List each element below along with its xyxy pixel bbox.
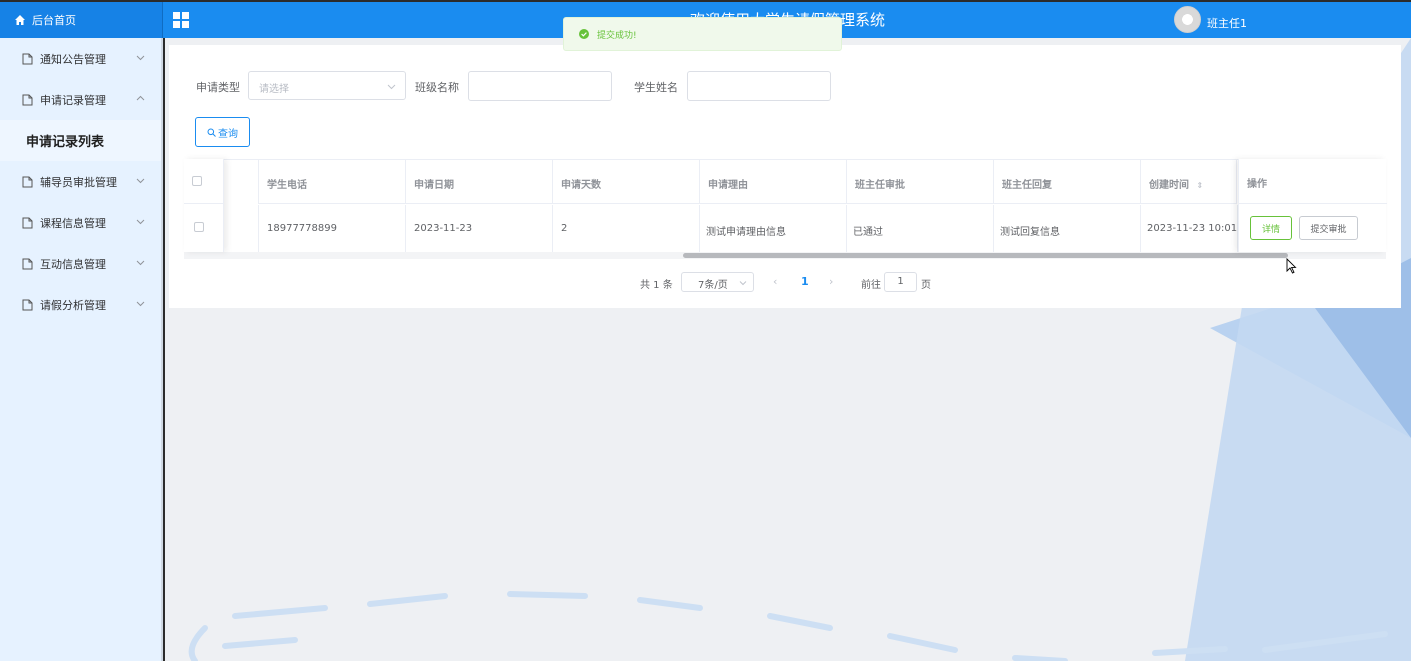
- chevron-up-icon: [136, 95, 145, 101]
- chevron-down-icon: [136, 260, 145, 266]
- student-name-input[interactable]: [687, 71, 831, 101]
- chevron-down-icon: [136, 301, 145, 307]
- column-header: 班主任回复: [994, 160, 1141, 204]
- page-number-current[interactable]: 1: [801, 275, 809, 288]
- row-divider: [1239, 203, 1387, 204]
- column-header: 申请理由: [700, 160, 847, 204]
- horizontal-scrollbar[interactable]: [683, 253, 1288, 258]
- column-header: 操作: [1247, 179, 1267, 190]
- chevron-down-icon: [136, 55, 145, 61]
- document-icon: [22, 53, 33, 64]
- column-header: 学生电话: [258, 160, 406, 204]
- chevron-down-icon: [136, 178, 145, 184]
- student-label: 学生姓名: [634, 81, 678, 94]
- goto-label: 前往: [861, 280, 881, 291]
- sidebar-item-counselor-approval[interactable]: 辅导员审批管理: [0, 161, 161, 202]
- cell-days: 2: [553, 205, 700, 253]
- page-size-select[interactable]: 7条/页: [681, 272, 754, 292]
- chevron-down-icon: [136, 219, 145, 225]
- mouse-cursor-icon: [1286, 258, 1297, 274]
- cell-reason: 测试申请理由信息: [700, 205, 847, 253]
- cell-reply: 测试回复信息: [994, 205, 1141, 253]
- page-suffix: 页: [921, 280, 931, 291]
- sidebar-item-label: 互动信息管理: [40, 257, 106, 271]
- detail-button[interactable]: 详情: [1250, 216, 1292, 240]
- sidebar-item-course[interactable]: 课程信息管理: [0, 202, 161, 243]
- column-header: 班主任审批: [847, 160, 994, 204]
- user-name[interactable]: 班主任1: [1207, 15, 1247, 31]
- type-select[interactable]: 请选择: [248, 71, 406, 100]
- sidebar-item-label: 请假分析管理: [40, 298, 106, 312]
- column-header-sortable[interactable]: 创建时间 ⇕: [1141, 160, 1237, 204]
- toast-message: 提交成功!: [597, 30, 637, 41]
- row-checkbox[interactable]: [194, 222, 204, 232]
- chevron-down-icon: [387, 84, 396, 90]
- sidebar-item-label: 辅导员审批管理: [40, 175, 117, 189]
- submit-approval-button[interactable]: 提交审批: [1299, 216, 1358, 240]
- row-divider: [184, 203, 224, 204]
- column-header: 申请天数: [553, 160, 700, 204]
- pagination-total: 共 1 条: [640, 280, 673, 291]
- cell-approval: 已通过: [847, 205, 994, 253]
- data-table: 学生电话 申请日期 申请天数 申请理由 班主任审批 班主任回复 创建时间 ⇕ 1…: [184, 159, 1386, 255]
- next-page-button[interactable]: ›: [829, 275, 833, 288]
- select-all-checkbox[interactable]: [192, 176, 202, 186]
- sidebar: 通知公告管理 申请记录管理 申请记录列表 辅导员审批管理 课程信息管理 互动信息…: [0, 38, 163, 661]
- cell-date: 2023-11-23: [406, 205, 553, 253]
- success-toast: 提交成功!: [563, 17, 842, 51]
- sidebar-subitem-application-list[interactable]: 申请记录列表: [0, 120, 161, 161]
- class-label: 班级名称: [415, 81, 459, 94]
- type-placeholder: 请选择: [259, 84, 289, 95]
- class-name-input[interactable]: [468, 71, 612, 101]
- document-icon: [22, 94, 33, 105]
- type-label: 申请类型: [196, 81, 240, 94]
- search-icon: [207, 128, 216, 137]
- sidebar-item-notice[interactable]: 通知公告管理: [0, 38, 161, 79]
- column-header: 申请日期: [406, 160, 553, 204]
- sidebar-item-application[interactable]: 申请记录管理: [0, 79, 161, 120]
- home-label: 后台首页: [32, 14, 76, 27]
- check-circle-icon: [579, 29, 589, 39]
- column-header-label: 创建时间: [1149, 180, 1189, 191]
- chevron-down-icon: [739, 281, 747, 286]
- avatar[interactable]: [1174, 6, 1201, 33]
- page-size-value: 7条/页: [698, 280, 728, 291]
- home-icon: [15, 15, 25, 25]
- sort-icon[interactable]: ⇕: [1196, 181, 1203, 190]
- search-label: 查询: [218, 128, 238, 140]
- document-icon: [22, 299, 33, 310]
- prev-page-button[interactable]: ‹: [773, 275, 777, 288]
- document-icon: [22, 217, 33, 228]
- cell-phone: 18977778899: [258, 205, 406, 253]
- sidebar-item-leave-analysis[interactable]: 请假分析管理: [0, 284, 161, 325]
- sidebar-item-label: 申请记录管理: [40, 93, 106, 107]
- home-link[interactable]: 后台首页: [0, 2, 163, 38]
- goto-page-input[interactable]: 1: [884, 272, 917, 292]
- fixed-selection-column: [184, 159, 224, 252]
- menu-grid-icon[interactable]: [173, 12, 189, 28]
- cell-created: 2023-11-23 10:01:20: [1141, 205, 1238, 253]
- sidebar-item-label: 课程信息管理: [40, 216, 106, 230]
- sidebar-item-label: 通知公告管理: [40, 52, 106, 66]
- document-icon: [22, 176, 33, 187]
- search-button[interactable]: 查询: [195, 117, 250, 147]
- document-icon: [22, 258, 33, 269]
- sidebar-item-interaction[interactable]: 互动信息管理: [0, 243, 161, 284]
- sidebar-item-label: 申请记录列表: [26, 135, 105, 150]
